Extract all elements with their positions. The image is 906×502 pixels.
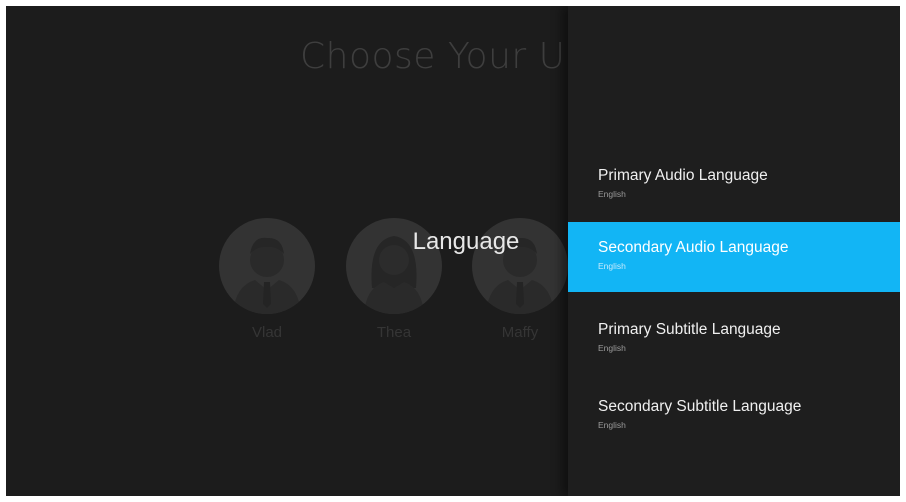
menu-item-value: English — [598, 343, 626, 353]
menu-item-secondary-subtitle-language[interactable]: Secondary Subtitle Language English — [568, 381, 900, 451]
user-avatar-vlad — [219, 218, 315, 314]
menu-item-title: Secondary Subtitle Language — [598, 398, 802, 415]
menu-item-primary-subtitle-language[interactable]: Primary Subtitle Language English — [568, 304, 900, 374]
menu-item-title: Primary Audio Language — [598, 167, 768, 184]
menu-item-secondary-audio-language[interactable]: Secondary Audio Language English — [568, 222, 900, 292]
language-settings-panel: Primary Audio Language English Secondary… — [568, 6, 900, 496]
choose-user-title: Choose Your U — [300, 36, 566, 77]
menu-item-primary-audio-language[interactable]: Primary Audio Language English — [568, 150, 900, 220]
menu-item-title: Primary Subtitle Language — [598, 321, 781, 338]
male-avatar-icon — [233, 237, 301, 314]
user-name-maffy: Maffy — [501, 324, 539, 341]
menu-item-value: English — [598, 261, 626, 271]
menu-item-value: English — [598, 189, 626, 199]
language-header: Language — [412, 228, 520, 255]
menu-item-title: Secondary Audio Language — [598, 239, 789, 256]
menu-item-value: English — [598, 420, 626, 430]
user-name-thea: Thea — [376, 324, 412, 341]
user-name-vlad: Vlad — [251, 324, 283, 341]
tv-screen: Choose Your U Vlad Thea Maffy Language P… — [6, 6, 900, 496]
